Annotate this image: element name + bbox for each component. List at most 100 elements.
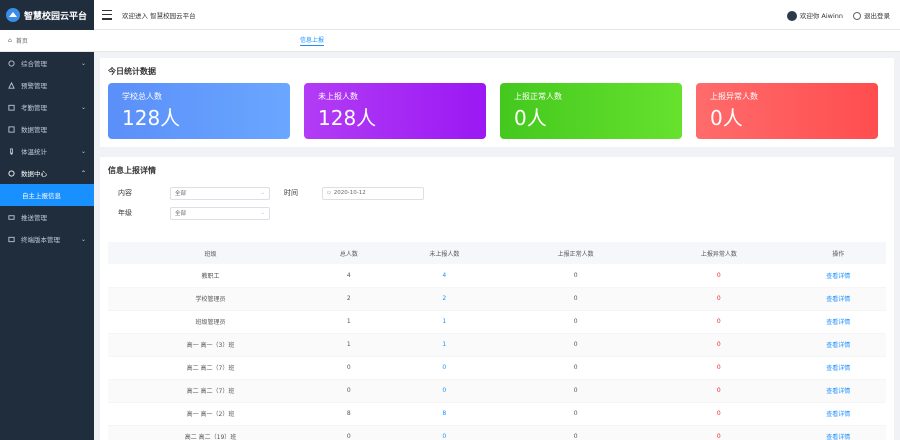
cell-total: 0 <box>313 356 385 380</box>
view-details-link[interactable]: 查看详情 <box>790 379 886 403</box>
sidebar-item-comprehensive[interactable]: 综合管理 ⌄ <box>0 52 94 74</box>
chevron-down-icon: ⌄ <box>80 235 86 243</box>
cell-unreported: 0 <box>384 379 504 403</box>
sidebar-subitem-self-report[interactable]: 自主上报信息 <box>0 184 94 206</box>
calendar-icon <box>8 104 15 111</box>
cell-normal: 0 <box>504 333 648 357</box>
breadcrumb-home[interactable]: 首页 <box>16 36 28 45</box>
welcome-text: 欢迎进入 智慧校园云平台 <box>122 11 196 20</box>
cell-abnormal: 0 <box>647 425 791 440</box>
cell-class: 高二 高二（7）班 <box>108 356 313 380</box>
stat-value: 128人 <box>318 106 377 130</box>
cell-class: 高二 高二（19）班 <box>108 425 313 440</box>
sidebar-item-push[interactable]: 推送管理 <box>0 206 94 228</box>
column-header: 上报正常人数 <box>504 242 648 264</box>
view-details-link[interactable]: 查看详情 <box>790 333 886 357</box>
thermometer-icon <box>8 147 15 155</box>
cell-total: 1 <box>313 310 385 334</box>
settings-icon <box>8 59 15 67</box>
database-icon <box>8 169 15 177</box>
view-details-link[interactable]: 查看详情 <box>790 425 886 440</box>
time-label: 时间 <box>284 189 298 197</box>
column-header: 总人数 <box>313 242 385 264</box>
sidebar-item-label: 体温统计 <box>21 148 47 156</box>
table-row: 班级管理员 1 1 0 0 查看详情 <box>108 310 886 334</box>
sidebar-item-temperature[interactable]: 体温统计 ⌄ <box>0 140 94 162</box>
report-table: 班级 总人数 未上报人数 上报正常人数 上报异常人数 操作 教职工 4 4 0 … <box>108 242 886 440</box>
view-details-link[interactable]: 查看详情 <box>790 402 886 426</box>
chevron-down-icon: ⌄ <box>80 103 86 111</box>
cell-unreported: 0 <box>384 356 504 380</box>
date-picker[interactable]: ▫ 2020-10-12 <box>322 186 424 200</box>
cell-class: 教职工 <box>108 264 313 288</box>
table-row: 高二 高二（7）班 0 0 0 0 查看详情 <box>108 356 886 380</box>
view-details-link[interactable]: 查看详情 <box>790 264 886 288</box>
cell-total: 4 <box>313 264 385 288</box>
topbar: 欢迎进入 智慧校园云平台 欢迎你 Aiwinn 退出登录 <box>94 0 900 30</box>
calendar-icon: ▫ <box>327 190 331 196</box>
main-content: 今日统计数据 学校总人数 128人 未上报人数 128人 上报正常人数 0人 上… <box>100 58 894 440</box>
stat-label: 未上报人数 <box>318 92 358 101</box>
sidebar-item-alert[interactable]: 预警管理 <box>0 74 94 96</box>
brand[interactable]: 智慧校园云平台 <box>0 0 94 30</box>
sidebar-item-data-center[interactable]: 数据中心 ⌃ <box>0 162 94 184</box>
sidebar-item-attendance[interactable]: 考勤管理 ⌄ <box>0 96 94 118</box>
filter-row: 内容 全部 ⌄ 时间 ▫ 2020-10-12 <box>118 184 876 202</box>
content-select-value: 全部 <box>175 191 187 197</box>
cell-abnormal: 0 <box>647 379 791 403</box>
grade-select[interactable]: 全部 ⌄ <box>170 206 270 220</box>
stat-label: 上报正常人数 <box>514 92 562 101</box>
sidebar-menu: 综合管理 ⌄ 预警管理 考勤管理 ⌄ 数据管理 体温统计 ⌄ 数据中心 ⌃ 自主… <box>0 52 94 250</box>
cell-abnormal: 0 <box>647 264 791 288</box>
view-details-link[interactable]: 查看详情 <box>790 310 886 334</box>
sidebar-item-data[interactable]: 数据管理 <box>0 118 94 140</box>
cell-abnormal: 0 <box>647 356 791 380</box>
cell-total: 0 <box>313 425 385 440</box>
sidebar: 智慧校园云平台 综合管理 ⌄ 预警管理 考勤管理 ⌄ 数据管理 体温统计 ⌄ 数… <box>0 0 94 440</box>
view-details-link[interactable]: 查看详情 <box>790 287 886 311</box>
column-header: 班级 <box>108 242 313 264</box>
stat-value: 0人 <box>514 106 547 130</box>
cell-total: 2 <box>313 287 385 311</box>
stat-abnormal: 上报异常人数 0人 <box>696 83 878 139</box>
cell-abnormal: 0 <box>647 310 791 334</box>
stats-row: 学校总人数 128人 未上报人数 128人 上报正常人数 0人 上报异常人数 0… <box>108 83 886 139</box>
cell-normal: 0 <box>504 356 648 380</box>
stat-normal: 上报正常人数 0人 <box>500 83 682 139</box>
content-select[interactable]: 全部 ⌄ <box>170 186 270 200</box>
cell-normal: 0 <box>504 402 648 426</box>
user-menu[interactable]: 欢迎你 Aiwinn <box>786 10 843 21</box>
cell-total: 1 <box>313 333 385 357</box>
menu-toggle-icon[interactable] <box>102 9 112 20</box>
table-row: 高二 高二（7）班 0 0 0 0 查看详情 <box>108 379 886 403</box>
sidebar-item-label: 综合管理 <box>21 60 47 68</box>
cell-total: 8 <box>313 402 385 426</box>
home-icon: ⌂ <box>8 37 12 44</box>
column-header: 上报异常人数 <box>647 242 791 264</box>
filter-row: 年级 全部 ⌄ <box>118 204 876 222</box>
sidebar-item-label: 数据中心 <box>21 170 47 178</box>
sidebar-item-terminal-version[interactable]: 终端版本管理 ⌄ <box>0 228 94 250</box>
stats-card: 今日统计数据 学校总人数 128人 未上报人数 128人 上报正常人数 0人 上… <box>100 58 894 147</box>
logout-button[interactable]: 退出登录 <box>853 10 890 20</box>
breadcrumb: ⌂ 首页 信息上报 <box>0 30 900 52</box>
stat-value: 128人 <box>122 106 181 130</box>
filters: 内容 全部 ⌄ 时间 ▫ 2020-10-12 年级 全部 ⌄ <box>108 182 886 222</box>
terminal-icon <box>8 236 15 243</box>
grade-label: 年级 <box>118 209 132 217</box>
table-row: 教职工 4 4 0 0 查看详情 <box>108 264 886 288</box>
stat-total: 学校总人数 128人 <box>108 83 290 139</box>
detail-title: 信息上报详情 <box>108 166 156 175</box>
grade-select-value: 全部 <box>175 211 187 217</box>
chevron-down-icon: ⌄ <box>260 190 265 196</box>
stat-unreported: 未上报人数 128人 <box>304 83 486 139</box>
user-name: 欢迎你 Aiwinn <box>799 11 843 20</box>
table-row: 高一 高一（3）班 1 1 0 0 查看详情 <box>108 333 886 357</box>
stat-label: 学校总人数 <box>122 92 162 101</box>
view-details-link[interactable]: 查看详情 <box>790 356 886 380</box>
cell-class: 高一 高一（2）班 <box>108 402 313 426</box>
tab-current[interactable]: 信息上报 <box>300 35 325 46</box>
cell-normal: 0 <box>504 310 648 334</box>
table-row: 高一 高一（2）班 8 8 0 0 查看详情 <box>108 402 886 426</box>
cell-class: 高二 高二（7）班 <box>108 379 313 403</box>
